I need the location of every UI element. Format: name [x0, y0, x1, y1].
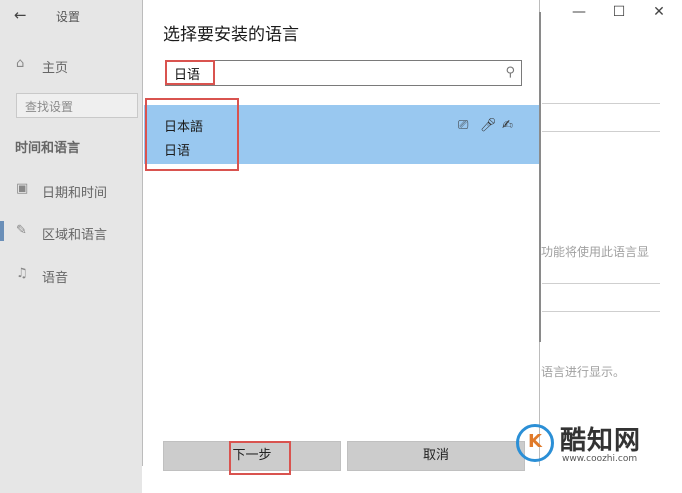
scrollbar[interactable]	[539, 12, 541, 342]
settings-sidebar: ← 设置 ⌂ 主页 查找设置 时间和语言 ▣ 日期和时间 ✎ 区域和语言 ♫ 语…	[0, 0, 142, 493]
sidebar-item-home[interactable]: ⌂ 主页	[0, 53, 142, 79]
language-feature-icons: ⎚ 🎤︎ ✍	[458, 118, 518, 134]
sidebar-item-speech[interactable]: ♫ 语音	[0, 263, 142, 289]
region-language-icon: ✎	[16, 223, 27, 238]
language-search-box[interactable]: ⚲	[165, 60, 522, 86]
next-highlight-box	[229, 441, 291, 475]
sidebar-item-label: 日期和时间	[42, 186, 108, 201]
background-text: 功能将使用此语言显	[541, 245, 650, 259]
handwriting-icon: ✍	[502, 118, 513, 133]
divider	[542, 131, 660, 132]
sidebar-item-region-language[interactable]: ✎ 区域和语言	[0, 220, 142, 246]
background-text: 语言进行显示。	[541, 365, 626, 379]
settings-search-input[interactable]: 查找设置	[16, 93, 138, 118]
window-title: 设置	[56, 10, 81, 24]
calendar-clock-icon: ▣	[16, 181, 29, 196]
home-icon: ⌂	[16, 56, 25, 71]
minimize-button[interactable]: —	[564, 4, 594, 26]
microphone-icon: ♫	[16, 266, 28, 281]
cancel-button[interactable]: 取消	[347, 441, 525, 471]
divider	[542, 283, 660, 284]
back-arrow-icon[interactable]: ←	[14, 6, 27, 24]
section-heading: 时间和语言	[15, 141, 81, 156]
watermark: K 酷知网 www.coozhi.com	[512, 420, 672, 480]
search-icon[interactable]: ⚲	[505, 65, 515, 80]
search-highlight-box	[165, 60, 215, 85]
divider	[542, 103, 660, 104]
speech-icon: 🎤︎	[480, 118, 497, 133]
display-language-icon: ⎚	[458, 118, 469, 133]
dialog-title: 选择要安装的语言	[163, 25, 299, 45]
sidebar-item-label: 主页	[42, 61, 69, 76]
sidebar-item-label: 语音	[42, 271, 69, 286]
watermark-url: www.coozhi.com	[562, 454, 638, 464]
sidebar-item-date-time[interactable]: ▣ 日期和时间	[0, 178, 142, 204]
language-highlight-box	[145, 98, 239, 171]
divider	[542, 311, 660, 312]
maximize-button[interactable]: ☐	[604, 4, 634, 26]
watermark-name: 酷知网	[560, 426, 642, 456]
sidebar-item-label: 区域和语言	[42, 228, 108, 243]
choose-language-dialog: 选择要安装的语言 ⚲ 日本語 日语 ⎚ 🎤︎ ✍ 下一步 取消	[142, 0, 541, 475]
language-search-input[interactable]	[166, 61, 496, 85]
window-controls: — ☐ ✕	[564, 4, 674, 26]
title-bar-left: ← 设置	[0, 0, 142, 30]
coozhi-logo-icon: K	[516, 424, 554, 462]
close-button[interactable]: ✕	[644, 4, 674, 26]
